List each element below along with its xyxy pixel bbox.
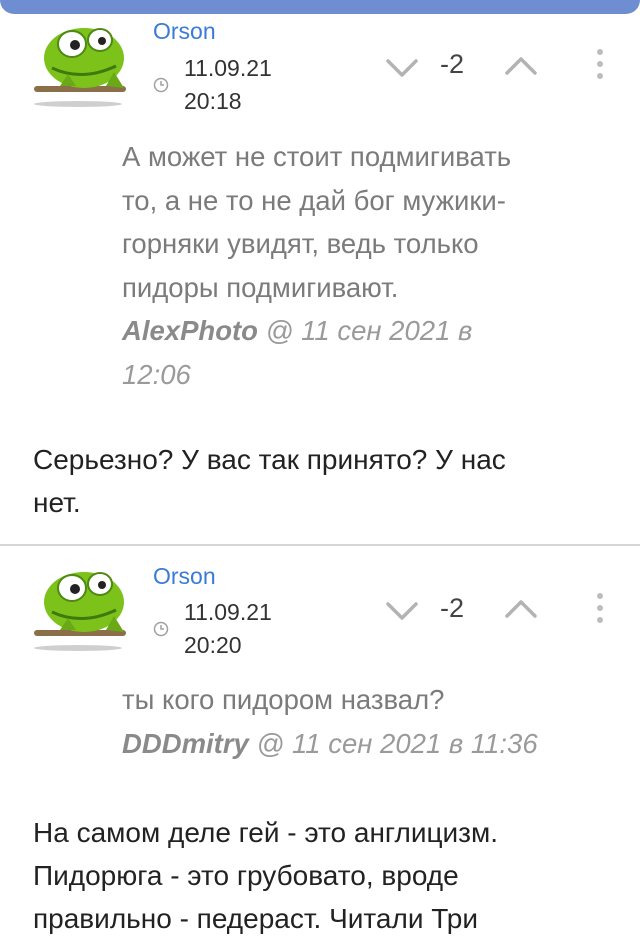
- body-line: Пидорюга - это грубовато, вроде: [33, 860, 459, 891]
- avatar[interactable]: [32, 16, 132, 108]
- chevron-down-icon[interactable]: [384, 56, 420, 80]
- quote-meta: @ 11 сен 2021 в: [257, 315, 473, 346]
- body-line: На самом деле гей - это англицизм.: [33, 817, 499, 848]
- quote-attribution: AlexPhoto @ 11 сен 2021 в: [122, 309, 622, 353]
- quote-attribution: DDDmitry @ 11 сен 2021 в 11:36: [122, 722, 622, 766]
- comment-date: 11.09.21: [184, 55, 272, 81]
- quoted-text: А может не стоит подмигивать то, а не то…: [122, 135, 622, 396]
- comment-score: -2: [440, 593, 465, 623]
- comment-time: 20:18: [184, 88, 242, 114]
- quoted-text: ты кого пидором назвал? DDDmitry @ 11 се…: [122, 678, 622, 765]
- quote-meta: @ 11 сен 2021 в 11:36: [248, 727, 538, 759]
- comment-date: 11.09.21: [184, 599, 272, 625]
- comment: Orson 11.09.21 20:18 -2 А может не стоит…: [0, 0, 640, 545]
- body-line: Серьезно? У вас так принято? У нас: [33, 444, 506, 475]
- comment: Orson 11.09.21 20:20 -2 ты кого пидором …: [0, 546, 640, 934]
- body-line: правильно - педераст. Читали Три: [33, 903, 479, 934]
- quote-author-link[interactable]: AlexPhoto: [122, 315, 258, 346]
- chevron-up-icon[interactable]: [503, 54, 539, 78]
- frog-avatar-icon: [34, 572, 126, 651]
- clock-icon: [153, 621, 169, 637]
- quote-line: пидоры подмигивают.: [122, 271, 399, 303]
- comment-body: Серьезно? У вас так принято? У нас нет.: [33, 438, 613, 524]
- quote-line: то, а не то не дай бог мужики-: [122, 184, 506, 216]
- quote-line: А может не стоит подмигивать: [122, 141, 512, 172]
- quote-meta-time: 12:06: [122, 358, 191, 390]
- clock-icon: [153, 77, 169, 93]
- comment-time: 20:20: [184, 632, 242, 658]
- frog-avatar-icon: [34, 28, 126, 107]
- quote-line: ты кого пидором назвал?: [122, 684, 445, 715]
- avatar[interactable]: [32, 560, 132, 652]
- more-vertical-icon[interactable]: [590, 46, 610, 82]
- chevron-up-icon[interactable]: [503, 597, 539, 621]
- comment-score: -2: [440, 49, 465, 79]
- body-line: нет.: [33, 487, 81, 518]
- quote-line: горняки увидят, ведь только: [122, 228, 479, 259]
- quote-author-link[interactable]: DDDmitry: [122, 728, 249, 759]
- author-name[interactable]: Orson: [153, 18, 216, 45]
- comment-body: На самом деле гей - это англицизм. Пидор…: [33, 811, 613, 940]
- more-vertical-icon[interactable]: [590, 590, 610, 626]
- author-name[interactable]: Orson: [153, 563, 216, 590]
- chevron-down-icon[interactable]: [384, 599, 420, 623]
